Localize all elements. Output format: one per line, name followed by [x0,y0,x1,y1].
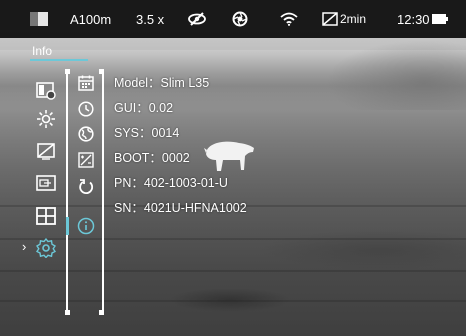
aperture-icon [232,0,248,38]
selected-arrow-icon: › [22,239,27,254]
brightness-icon[interactable] [34,108,58,130]
screen-off-icon [322,0,338,38]
sys-version: SYS：0014 [114,126,180,140]
hill [326,40,466,110]
settings-icon[interactable] [34,237,58,259]
device-info-panel: Model：Slim L35 GUI：0.02 SYS：0014 BOOT：00… [114,71,247,221]
part-number: PN：402-1003-01-U [114,176,228,190]
menu-title-underline [30,59,88,61]
info-icon[interactable] [76,216,96,236]
boot-version: BOOT：0002 [114,151,190,165]
palette-icon [30,0,48,38]
zoom-level: 3.5 x [136,11,165,27]
layout-icon[interactable] [34,205,58,227]
gui-version: GUI：0.02 [114,101,174,115]
eye-off-icon [188,0,206,38]
clock-time: 12:30 [397,11,430,27]
menu-title: Info [32,44,53,58]
wifi-icon [280,0,298,38]
calendar-icon[interactable] [76,73,96,93]
image-settings-icon[interactable] [34,80,58,102]
objective-label: A100m [70,11,112,27]
pip-icon[interactable] [34,172,58,194]
serial-number: SN：4021U-HFNA1002 [114,201,247,215]
submenu-selection-marker [66,217,69,235]
thermal-viewfinder: A100m 3.5 x 2min 12:30 Info › Model：Slim… [0,0,466,336]
clock-icon[interactable] [76,99,96,119]
auto-off-time: 2min [340,12,367,26]
screen-off-settings-icon[interactable] [34,140,58,162]
battery-icon [432,0,448,38]
model-info: Model：Slim L35 [114,76,210,90]
globe-icon[interactable] [76,124,96,144]
calibration-icon[interactable] [76,150,96,170]
status-bar: A100m 3.5 x 2min 12:30 [0,0,466,38]
reset-icon[interactable] [76,177,96,197]
